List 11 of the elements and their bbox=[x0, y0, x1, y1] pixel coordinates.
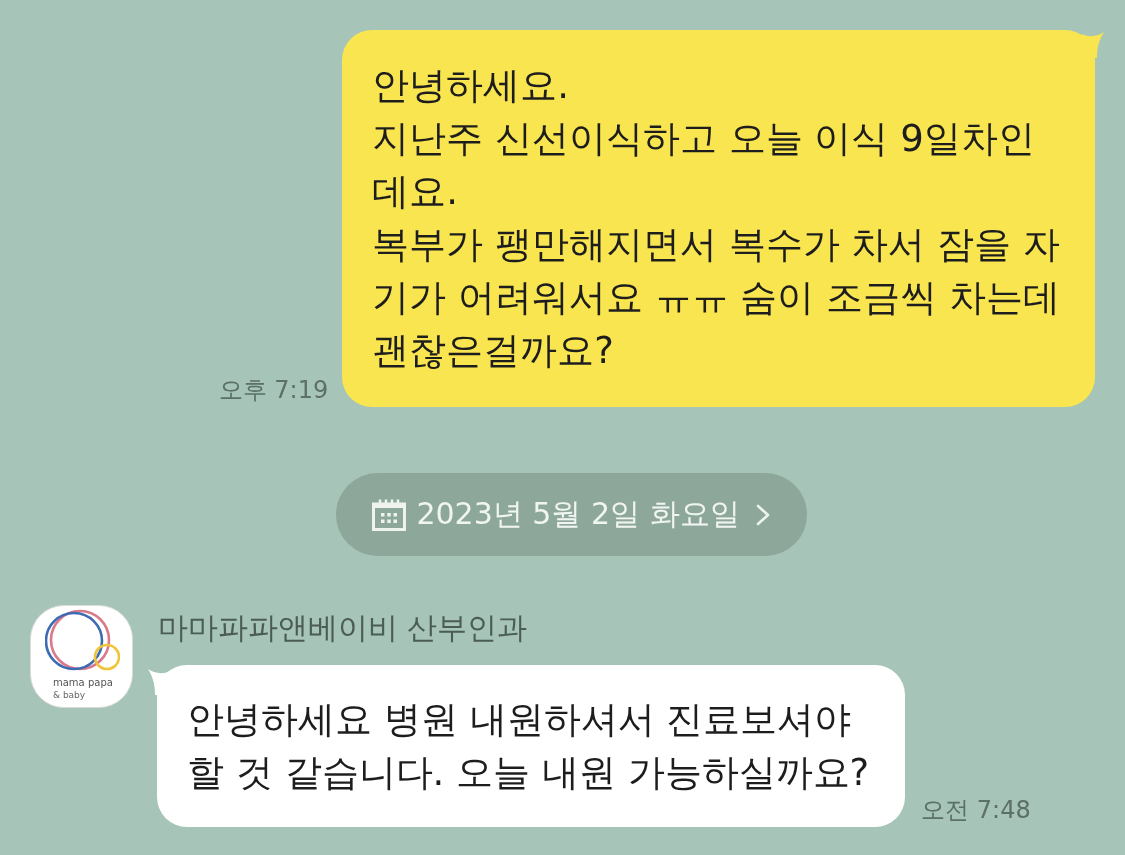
clinic-logo-avatar[interactable]: mama papa & baby bbox=[30, 605, 133, 708]
calendar-icon bbox=[372, 498, 407, 531]
logo-text: & baby bbox=[53, 690, 86, 700]
message-time: 오후 7:19 bbox=[218, 375, 329, 405]
sender-name: 마마파파앤베이비 산부인과 bbox=[158, 610, 528, 646]
chevron-right-icon bbox=[755, 503, 770, 526]
message-time: 오전 7:48 bbox=[921, 795, 1031, 825]
message-bubble: 안녕하세요. 지난주 신선이식하고 오늘 이식 9일차인 데요. 복부가 팽만해지면서 복수가 차서 잠을 자 기가 어려워서요 ㅠㅠ 숨이 조금씩 차는데 괜찮은걸까요? bbox=[342, 30, 1104, 407]
message-bubble: 안녕하세요 병원 내원하셔서 진료보셔야 할 것 같습니다. 오늘 내원 가능하실까요? bbox=[148, 665, 906, 827]
logo-text: mama papa bbox=[53, 677, 113, 689]
rings-logo-icon bbox=[45, 609, 120, 671]
